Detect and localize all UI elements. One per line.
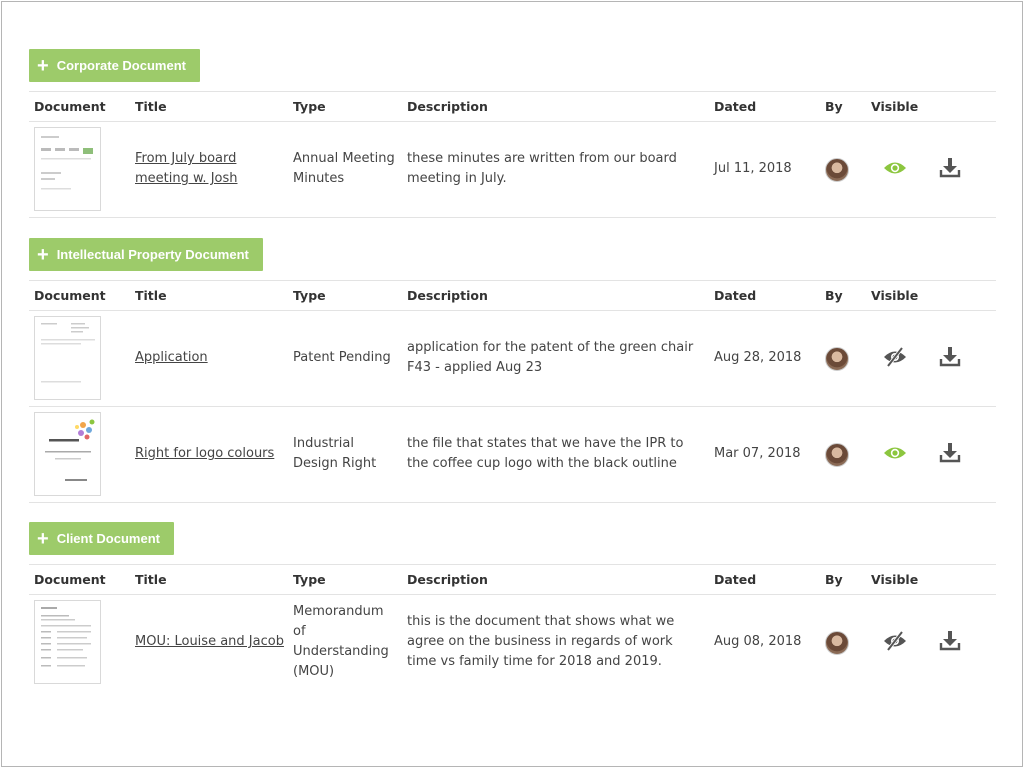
header-document: Document <box>34 99 106 114</box>
documents-table: Document Title Type Description Dated By… <box>29 280 996 503</box>
document-date: Jul 11, 2018 <box>714 161 792 176</box>
document-title-link[interactable]: MOU: Louise and Jacob <box>135 632 284 652</box>
eye-slash-icon[interactable] <box>883 630 907 655</box>
header-title: Title <box>135 99 167 114</box>
add-button-label: Corporate Document <box>56 58 186 73</box>
type-line: (MOU) <box>293 664 335 679</box>
plus-icon: + <box>37 243 49 266</box>
document-type: Memorandum of Understanding (MOU) <box>293 602 389 682</box>
add-button-label: Client Document <box>56 531 160 546</box>
header-type: Type <box>293 572 326 587</box>
table-header: Document Title Type Description Dated By… <box>29 564 996 595</box>
document-title-link[interactable]: Right for logo colours <box>135 444 274 464</box>
document-thumbnail[interactable] <box>34 412 101 496</box>
title-line[interactable]: Right for logo colours <box>135 446 274 461</box>
desc-line: these minutes are written from our board <box>407 151 677 166</box>
table-row: Right for logo colours Industrial Design… <box>29 407 996 503</box>
type-line: Industrial <box>293 436 354 451</box>
add-intellectual-property-document-button[interactable]: + Intellectual Property Document <box>29 238 263 271</box>
document-library: + Corporate Document Document Title Type… <box>1 1 1023 767</box>
document-thumbnail[interactable] <box>34 600 101 684</box>
header-type: Type <box>293 99 326 114</box>
header-title: Title <box>135 572 167 587</box>
document-description: this is the document that shows what we … <box>407 612 674 672</box>
header-dated: Dated <box>714 572 757 587</box>
desc-line: application for the patent of the green … <box>407 340 694 355</box>
title-line[interactable]: meeting w. Josh <box>135 171 238 186</box>
header-visible: Visible <box>871 288 919 303</box>
add-client-document-button[interactable]: + Client Document <box>29 522 174 555</box>
header-dated: Dated <box>714 288 757 303</box>
document-date: Aug 08, 2018 <box>714 634 802 649</box>
eye-icon[interactable] <box>883 445 907 465</box>
document-type: Industrial Design Right <box>293 434 376 474</box>
type-line: Annual Meeting <box>293 151 395 166</box>
desc-line: agree on the business in regards of work <box>407 634 673 649</box>
user-avatar[interactable] <box>825 158 849 182</box>
desc-line: the file that states that we have the IP… <box>407 436 684 451</box>
table-row: Application Patent Pending application f… <box>29 311 996 407</box>
document-date: Mar 07, 2018 <box>714 446 801 461</box>
document-type: Annual Meeting Minutes <box>293 149 395 189</box>
table-header: Document Title Type Description Dated By… <box>29 280 996 311</box>
download-icon[interactable] <box>939 156 961 182</box>
table-header: Document Title Type Description Dated By… <box>29 91 996 122</box>
download-icon[interactable] <box>939 629 961 655</box>
header-type: Type <box>293 288 326 303</box>
type-line: Design Right <box>293 456 377 471</box>
desc-line: the coffee cup logo with the black outli… <box>407 456 677 471</box>
document-description: these minutes are written from our board… <box>407 149 677 189</box>
type-line: Understanding <box>293 644 389 659</box>
header-title: Title <box>135 288 167 303</box>
header-dated: Dated <box>714 99 757 114</box>
add-corporate-document-button[interactable]: + Corporate Document <box>29 49 200 82</box>
desc-line: F43 - applied Aug 23 <box>407 360 543 375</box>
type-line: Patent Pending <box>293 350 391 365</box>
documents-table: Document Title Type Description Dated By… <box>29 91 996 218</box>
type-line: Minutes <box>293 171 345 186</box>
user-avatar[interactable] <box>825 631 849 655</box>
header-document: Document <box>34 288 106 303</box>
header-by: By <box>825 288 843 303</box>
documents-table: Document Title Type Description Dated By… <box>29 564 996 689</box>
plus-icon: + <box>37 527 49 550</box>
header-visible: Visible <box>871 572 919 587</box>
desc-line: meeting in July. <box>407 171 507 186</box>
user-avatar[interactable] <box>825 347 849 371</box>
eye-slash-icon[interactable] <box>883 346 907 371</box>
header-by: By <box>825 99 843 114</box>
title-line[interactable]: MOU: Louise and Jacob <box>135 634 284 649</box>
document-type: Patent Pending <box>293 348 391 368</box>
desc-line: time vs family time for 2018 and 2019. <box>407 654 662 669</box>
title-line[interactable]: Application <box>135 350 208 365</box>
document-description: application for the patent of the green … <box>407 338 693 378</box>
header-description: Description <box>407 572 488 587</box>
document-thumbnail[interactable] <box>34 316 101 400</box>
header-document: Document <box>34 572 106 587</box>
download-icon[interactable] <box>939 441 961 467</box>
header-visible: Visible <box>871 99 919 114</box>
document-title-link[interactable]: From July board meeting w. Josh <box>135 149 238 189</box>
header-description: Description <box>407 99 488 114</box>
download-icon[interactable] <box>939 345 961 371</box>
table-row: From July board meeting w. Josh Annual M… <box>29 122 996 218</box>
document-description: the file that states that we have the IP… <box>407 434 683 474</box>
document-title-link[interactable]: Application <box>135 348 208 368</box>
header-by: By <box>825 572 843 587</box>
add-button-label: Intellectual Property Document <box>56 247 249 262</box>
type-line: of <box>293 624 306 639</box>
header-description: Description <box>407 288 488 303</box>
title-line[interactable]: From July board <box>135 151 236 166</box>
document-date: Aug 28, 2018 <box>714 350 802 365</box>
table-row: MOU: Louise and Jacob Memorandum of Unde… <box>29 595 996 689</box>
plus-icon: + <box>37 54 49 77</box>
document-thumbnail[interactable] <box>34 127 101 211</box>
eye-icon[interactable] <box>883 160 907 180</box>
desc-line: this is the document that shows what we <box>407 614 675 629</box>
user-avatar[interactable] <box>825 443 849 467</box>
type-line: Memorandum <box>293 604 384 619</box>
